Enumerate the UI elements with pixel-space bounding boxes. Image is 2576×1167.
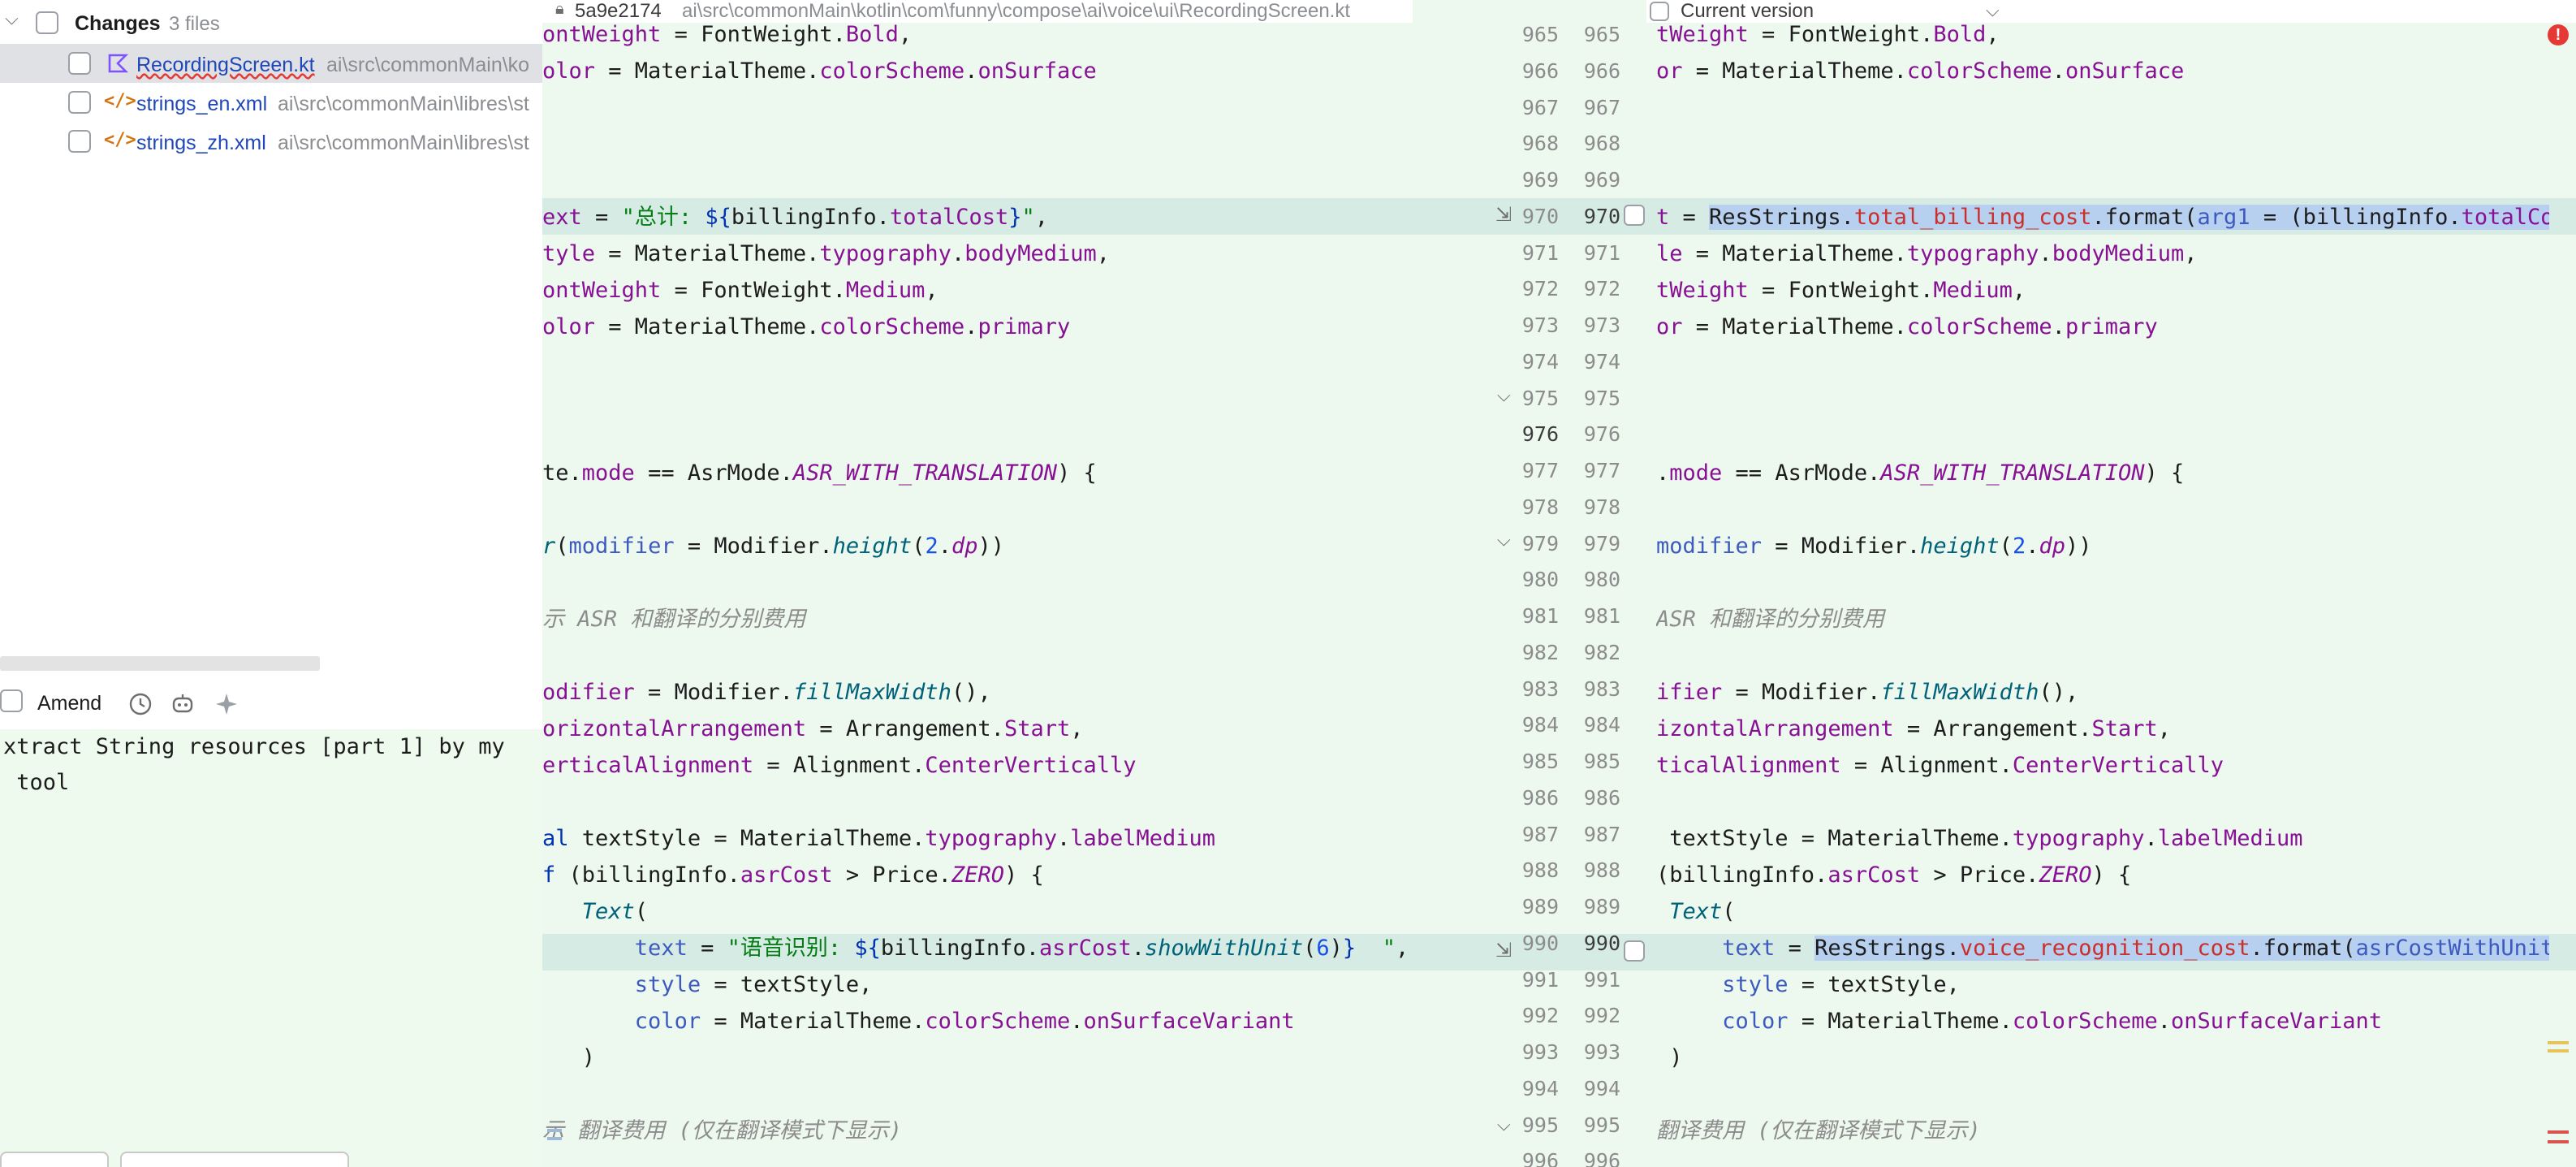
file-path: ai\src\commonMain\ko: [326, 54, 530, 76]
include-change-checkbox[interactable]: [1624, 205, 1645, 226]
file-name: strings_en.xml: [136, 93, 268, 115]
include-change-checkbox[interactable]: [1624, 940, 1645, 962]
right-line-number: 987: [1583, 822, 1620, 846]
commit-options-bar: Amend: [0, 682, 542, 723]
right-line-number: 996: [1583, 1149, 1620, 1167]
file-path: ai\src\commonMain\libres\st: [278, 132, 529, 154]
right-line-number: 968: [1583, 132, 1620, 156]
right-line-number: 990: [1583, 931, 1620, 955]
xml-file-icon: </>: [104, 91, 136, 111]
changes-checkbox[interactable]: [36, 11, 58, 34]
right-line-number: 972: [1583, 277, 1620, 301]
file-path: ai\src\commonMain\libres\st: [278, 93, 529, 115]
diff-gutter: ⌵ ⌵ ⌵ ⌵ ⇲ ⇲ 965 966 967 968 969 970 971 972 973 9…: [1413, 0, 2000, 1167]
right-line-number: 988: [1583, 858, 1620, 883]
changes-group-row[interactable]: ⌵ Changes 3 files: [0, 3, 542, 42]
ai-assistant-icon[interactable]: [170, 692, 195, 716]
right-line-number: 985: [1583, 750, 1620, 773]
kotlin-file-icon: [108, 54, 128, 73]
right-line-number: 966: [1583, 58, 1620, 83]
commit-and-push-button[interactable]: [120, 1152, 349, 1167]
commit-button[interactable]: [0, 1152, 109, 1167]
file-name: strings_zh.xml: [136, 132, 266, 154]
right-line-number: 991: [1583, 967, 1620, 992]
right-line-number: 994: [1583, 1076, 1620, 1100]
right-line-number: 992: [1583, 1004, 1620, 1028]
history-clock-icon[interactable]: [128, 692, 153, 716]
scroll-marker: [547, 1129, 562, 1132]
left-code-pane[interactable]: ontWeight = FontWeight.Bold, olor = Mate…: [542, 16, 1411, 1149]
error-indicator-icon[interactable]: !: [2548, 24, 2569, 45]
file-row-recordingscreen[interactable]: RecordingScreen.kt ai\src\commonMain\ko: [0, 44, 542, 83]
file-row-strings-zh[interactable]: </> strings_zh.xml ai\src\commonMain\lib…: [0, 122, 542, 161]
right-line-number: 989: [1583, 895, 1620, 918]
right-line-number: 967: [1583, 95, 1620, 119]
right-line-number: 995: [1583, 1113, 1620, 1137]
right-line-number: 975: [1583, 386, 1620, 410]
file-row-strings-en[interactable]: </> strings_en.xml ai\src\commonMain\lib…: [0, 83, 542, 122]
sparkle-icon[interactable]: [214, 692, 239, 716]
file-checkbox[interactable]: [68, 91, 91, 114]
right-line-number: 976: [1583, 422, 1620, 447]
right-line-number: 977: [1583, 459, 1620, 482]
right-line-number: 982: [1583, 640, 1620, 664]
commit-message-area[interactable]: xtract String resources [part 1] by my t…: [0, 729, 542, 1167]
changes-count: 3 files: [169, 13, 220, 35]
right-line-number: 993: [1583, 1040, 1620, 1064]
right-line-number: 965: [1583, 23, 1620, 46]
scroll-marker: [2548, 1041, 2569, 1044]
chevron-down-icon[interactable]: ⌵: [5, 8, 19, 29]
right-line-number: 981: [1583, 604, 1620, 628]
file-checkbox[interactable]: [68, 130, 91, 153]
commit-message-line: xtract String resources [part 1] by my: [3, 734, 505, 759]
commit-message-line: tool: [3, 770, 70, 795]
right-line-number: 970: [1583, 204, 1620, 228]
changes-label: Changes: [75, 12, 161, 35]
right-line-number: 980: [1583, 568, 1620, 592]
scroll-marker: [2548, 1049, 2569, 1052]
scroll-marker: [547, 1137, 562, 1140]
amend-label: Amend: [37, 692, 102, 715]
right-line-number: 984: [1583, 713, 1620, 737]
scroll-marker: [2548, 1130, 2569, 1134]
right-line-number: 979: [1583, 531, 1620, 555]
right-line-number: 971: [1583, 240, 1620, 265]
file-name: RecordingScreen.kt: [136, 54, 315, 76]
right-line-number: 969: [1583, 168, 1620, 192]
scroll-marker: [2548, 1140, 2569, 1143]
right-line-number: 986: [1583, 785, 1620, 810]
commit-panel: ⌵ Changes 3 files RecordingScreen.kt ai\…: [0, 0, 542, 1167]
diff-viewer: 🔒︎ 5a9e2174 ai\src\commonMain\kotlin\com…: [542, 0, 2576, 1167]
horizontal-scrollbar[interactable]: [0, 656, 320, 671]
right-line-number: 978: [1583, 495, 1620, 519]
right-line-number: 974: [1583, 349, 1620, 374]
right-line-number: 983: [1583, 676, 1620, 701]
file-checkbox[interactable]: [68, 52, 91, 75]
right-code-pane[interactable]: tWeight = FontWeight.Bold, or = Material…: [1656, 16, 2549, 1149]
xml-file-icon: </>: [104, 130, 136, 150]
amend-checkbox[interactable]: [0, 689, 23, 712]
right-line-number: 973: [1583, 313, 1620, 337]
